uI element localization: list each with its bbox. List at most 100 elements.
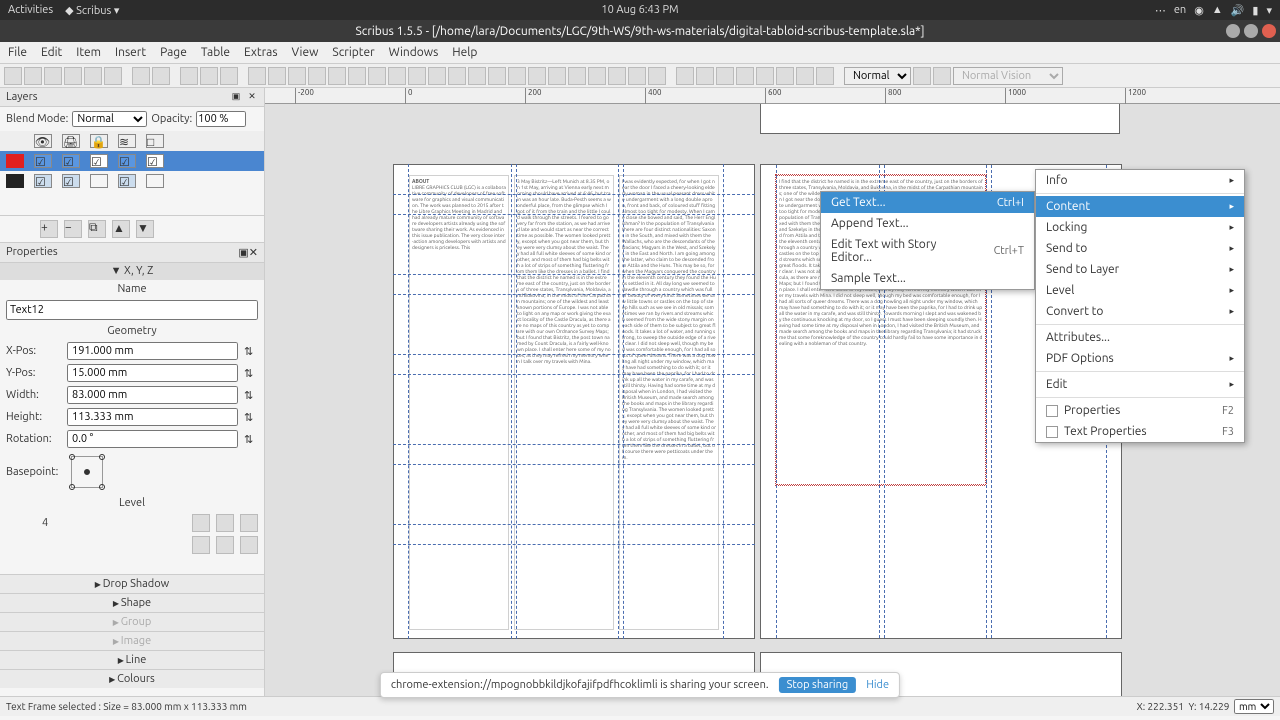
preview-button[interactable]	[933, 67, 951, 85]
save-button[interactable]	[44, 67, 62, 85]
level-bottom-button[interactable]	[192, 536, 210, 554]
menu-view[interactable]: View	[292, 46, 319, 59]
pdf-push-button[interactable]	[676, 67, 694, 85]
calligraphic-tool[interactable]	[468, 67, 486, 85]
power-icon[interactable]: ▾	[1266, 4, 1272, 17]
paste-button[interactable]	[220, 67, 238, 85]
text-frame-tool[interactable]	[268, 67, 286, 85]
level-top-button[interactable]	[192, 514, 210, 532]
copy-props-tool[interactable]	[628, 67, 646, 85]
layer2-print-check[interactable]: ☑	[62, 174, 80, 188]
network-icon[interactable]: ▲	[1212, 4, 1223, 17]
ctx-locking[interactable]: Locking▸	[1036, 217, 1244, 238]
ctx-info[interactable]: Info▸	[1036, 170, 1244, 191]
preflight-button[interactable]	[104, 67, 122, 85]
layer-print-check[interactable]: ☑	[62, 154, 80, 168]
layer2-outline-check[interactable]	[146, 174, 164, 188]
pdf-list-tool[interactable]	[776, 67, 794, 85]
layer2-visible-check[interactable]: ☑	[34, 174, 52, 188]
zoom-tool[interactable]	[508, 67, 526, 85]
undo-button[interactable]	[132, 67, 150, 85]
rotate-tool[interactable]	[488, 67, 506, 85]
stop-sharing-button[interactable]: Stop sharing	[779, 677, 857, 693]
pdf-annot-tool[interactable]	[796, 67, 814, 85]
render-frame-tool[interactable]	[308, 67, 326, 85]
ctx-sample-text[interactable]: Sample Text...	[821, 268, 1034, 289]
ctx-text-properties[interactable]: Text PropertiesF3	[1036, 421, 1244, 442]
new-button[interactable]	[4, 67, 22, 85]
ctx-send-layer[interactable]: Send to Layer▸	[1036, 259, 1244, 280]
flip-v-button[interactable]	[240, 536, 258, 554]
pdf-combo-tool[interactable]	[756, 67, 774, 85]
battery-icon[interactable]: ▮	[1252, 4, 1258, 17]
menu-file[interactable]: File	[8, 46, 27, 59]
redo-button[interactable]	[152, 67, 170, 85]
ctx-level[interactable]: Level▸	[1036, 280, 1244, 301]
freehand-tool[interactable]	[448, 67, 466, 85]
xyz-tab[interactable]: X, Y, Z	[124, 265, 153, 277]
unit-select[interactable]: mm	[1234, 699, 1274, 714]
menu-page[interactable]: Page	[160, 46, 187, 59]
section-shape[interactable]: Shape	[0, 593, 264, 612]
layer-color-swatch[interactable]	[6, 154, 24, 168]
image-frame-tool[interactable]	[288, 67, 306, 85]
add-layer-button[interactable]: +	[40, 220, 58, 238]
props-close-button[interactable]: ✕	[249, 246, 258, 259]
menu-windows[interactable]: Windows	[389, 46, 439, 59]
ctx-story-editor[interactable]: Edit Text with Story Editor... Ctrl+T	[821, 234, 1034, 268]
line-tool[interactable]	[408, 67, 426, 85]
section-colours[interactable]: Colours	[0, 669, 264, 688]
ctx-send-to[interactable]: Send to▸	[1036, 238, 1244, 259]
layer-up-button[interactable]: ▲	[112, 220, 130, 238]
ctx-content[interactable]: Content▸	[1036, 196, 1244, 217]
close-button[interactable]	[1262, 24, 1276, 38]
ctx-get-text[interactable]: Get Text... Ctrl+I	[821, 192, 1034, 213]
blend-mode-select[interactable]: Normal	[72, 111, 147, 127]
select-tool[interactable]	[248, 67, 266, 85]
menu-extras[interactable]: Extras	[244, 46, 278, 59]
layer-visible-check[interactable]: ☑	[34, 154, 52, 168]
tray-menu-icon[interactable]: ⋯	[1155, 4, 1166, 17]
level-down-button[interactable]	[240, 514, 258, 532]
preview-mode-select[interactable]: Normal	[844, 67, 911, 85]
pdf-radio-tool[interactable]	[696, 67, 714, 85]
layers-close-button[interactable]: ✕	[246, 91, 258, 103]
bezier-tool[interactable]	[428, 67, 446, 85]
rotation-input[interactable]	[67, 430, 238, 448]
ctx-edit[interactable]: Edit▸	[1036, 374, 1244, 395]
menu-table[interactable]: Table	[201, 46, 230, 59]
ctx-pdf[interactable]: PDF Options▸	[1036, 348, 1244, 369]
shape-tool[interactable]	[348, 67, 366, 85]
ctx-attributes[interactable]: Attributes...	[1036, 327, 1244, 348]
arc-tool[interactable]	[368, 67, 386, 85]
layer-outline-check[interactable]: ☑	[146, 154, 164, 168]
basepoint-widget[interactable]	[71, 456, 103, 488]
canvas[interactable]: -200 0 200 400 600 800 1000 1200 ABOUT L…	[265, 88, 1280, 696]
cut-button[interactable]	[180, 67, 198, 85]
remove-layer-button[interactable]: −	[64, 220, 82, 238]
layer2-lock-check[interactable]	[90, 174, 108, 188]
name-input[interactable]	[6, 300, 258, 320]
menu-help[interactable]: Help	[452, 46, 477, 59]
polygon-tool[interactable]	[388, 67, 406, 85]
maximize-button[interactable]	[1244, 24, 1258, 38]
pdf-text-tool[interactable]	[716, 67, 734, 85]
dup-layer-button[interactable]: ⧉	[88, 220, 106, 238]
menu-item[interactable]: Item	[76, 46, 101, 59]
menu-insert[interactable]: Insert	[115, 46, 146, 59]
copy-button[interactable]	[200, 67, 218, 85]
layer2-color-swatch[interactable]	[6, 174, 24, 188]
layers-shade-button[interactable]: ▣	[230, 91, 242, 103]
eyedropper-tool[interactable]	[648, 67, 666, 85]
toggle-cms-button[interactable]	[913, 67, 931, 85]
vision-mode-select[interactable]: Normal Vision	[953, 67, 1063, 85]
opacity-input[interactable]	[196, 111, 246, 127]
ctx-properties[interactable]: PropertiesF2	[1036, 400, 1244, 421]
menu-edit[interactable]: Edit	[41, 46, 62, 59]
layer-lock-check[interactable]: ☑	[90, 154, 108, 168]
activities-button[interactable]: Activities	[8, 4, 53, 17]
story-editor-tool[interactable]	[548, 67, 566, 85]
width-input[interactable]	[67, 386, 238, 404]
volume-icon[interactable]: 🔊	[1231, 4, 1245, 17]
ctx-append-text[interactable]: Append Text...	[821, 213, 1034, 234]
